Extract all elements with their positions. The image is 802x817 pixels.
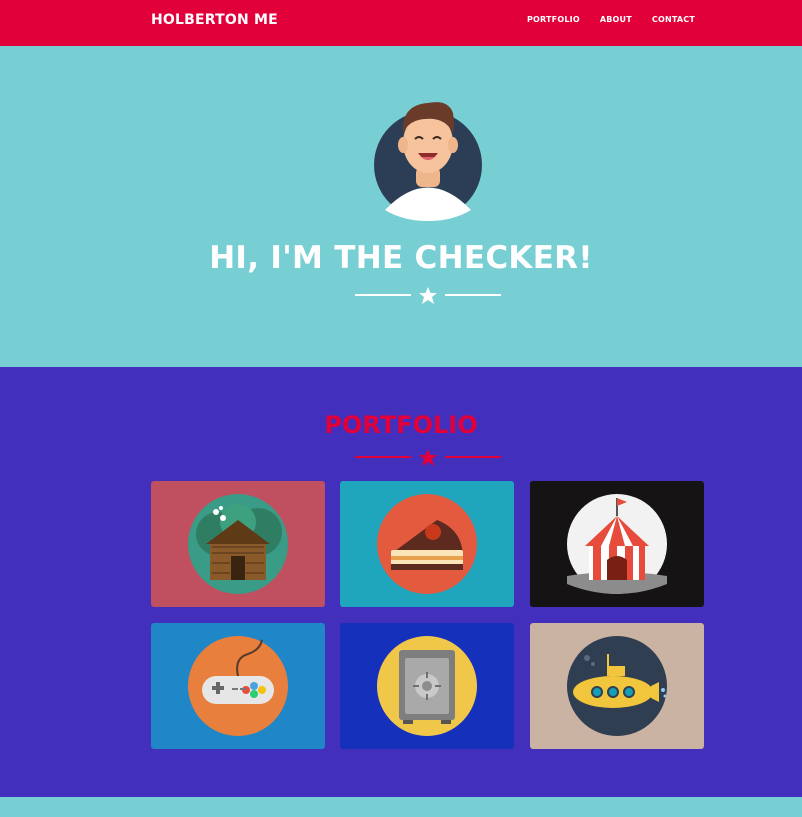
hero-star-divider (355, 287, 501, 304)
portfolio-item-cabin[interactable] (151, 481, 325, 607)
portfolio-section: PORTFOLIO (0, 367, 802, 797)
footer-band (0, 797, 802, 817)
log-cabin-icon (188, 494, 288, 594)
portfolio-item-controller[interactable] (151, 623, 325, 749)
avatar (373, 95, 483, 221)
brand-logo[interactable]: HOLBERTON ME (151, 12, 278, 28)
portfolio-star-divider (355, 449, 501, 466)
cake-slice-icon (377, 494, 477, 594)
portfolio-item-submarine[interactable] (530, 623, 704, 749)
star-icon (419, 287, 437, 304)
circus-tent-icon (567, 494, 667, 594)
nav-link-contact[interactable]: CONTACT (652, 15, 695, 24)
hero-title: HI, I'M THE CHECKER! (209, 240, 593, 276)
nav-links: PORTFOLIO ABOUT CONTACT (527, 15, 695, 24)
safe-icon (377, 636, 477, 736)
submarine-icon (567, 636, 667, 736)
star-icon (419, 449, 437, 466)
avatar-illustration (374, 102, 482, 221)
portfolio-title: PORTFOLIO (324, 411, 478, 439)
game-controller-icon (188, 636, 288, 736)
nav-link-portfolio[interactable]: PORTFOLIO (527, 15, 580, 24)
nav-link-about[interactable]: ABOUT (600, 15, 632, 24)
portfolio-item-circus[interactable] (530, 481, 704, 607)
navbar: HOLBERTON ME PORTFOLIO ABOUT CONTACT (0, 0, 802, 46)
portfolio-item-cake[interactable] (340, 481, 514, 607)
portfolio-item-safe[interactable] (340, 623, 514, 749)
